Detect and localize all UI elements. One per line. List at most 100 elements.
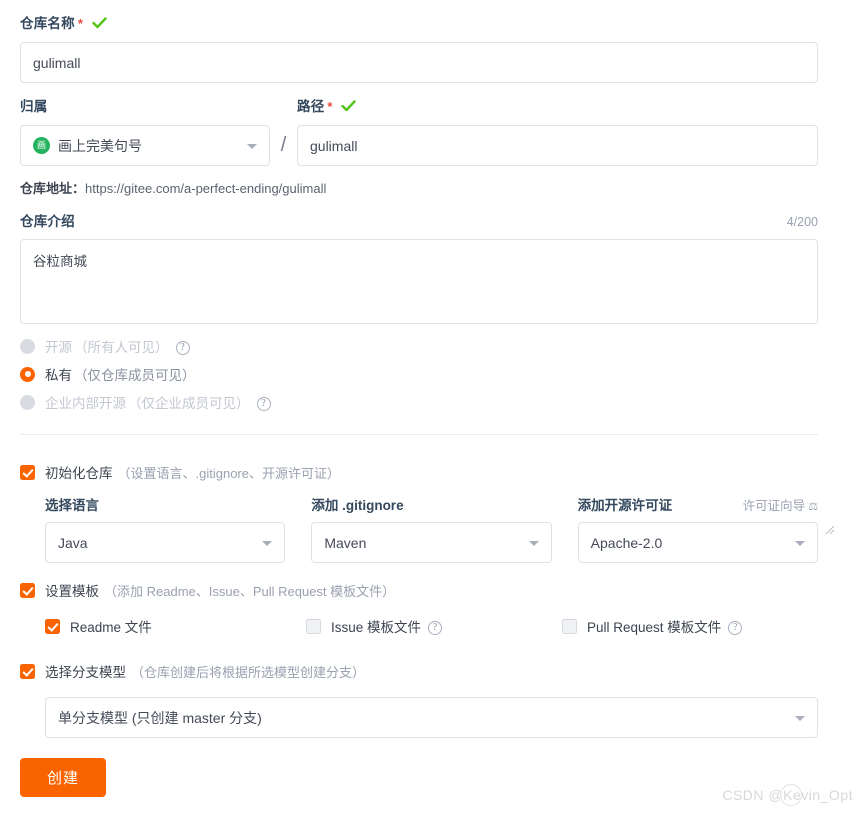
init-repository-label: 初始化仓库	[45, 466, 113, 481]
question-mark-icon[interactable]: ?	[427, 621, 442, 635]
license-wizard-link[interactable]: 许可证向导 ⚖	[743, 495, 818, 514]
language-select-value: Java	[58, 534, 88, 551]
gitignore-column-head: 添加 .gitignore	[311, 494, 551, 514]
section-divider	[20, 434, 818, 435]
init-options-columns: 选择语言 Java 添加 .gitignore Maven 添加开源许可证 许可…	[45, 494, 818, 563]
path-input[interactable]	[297, 125, 818, 166]
branch-model-select-wrap: 单分支模型 (只创建 master 分支)	[45, 697, 818, 738]
repository-name-input[interactable]	[20, 42, 818, 83]
gitignore-column: 添加 .gitignore Maven	[311, 494, 552, 563]
description-char-counter: 4/200	[786, 215, 818, 229]
create-repository-form: 仓库名称* 归属 路径* 画 画上完美句号	[0, 0, 865, 813]
language-label: 选择语言	[45, 498, 99, 513]
question-mark-icon[interactable]: ?	[175, 341, 190, 355]
repository-name-label-row: 仓库名称 *	[20, 12, 818, 33]
visibility-public-hint: （所有人可见）	[74, 340, 169, 355]
language-column-head: 选择语言	[45, 494, 285, 514]
visibility-option-public[interactable]: 开源 （所有人可见） ?	[20, 333, 271, 359]
checkbox-issue-template[interactable]	[305, 618, 321, 634]
template-option-readme[interactable]: Readme 文件	[45, 616, 306, 636]
owner-select[interactable]: 画 画上完美句号	[20, 125, 270, 166]
checkbox-init-repository[interactable]	[20, 464, 35, 480]
owner-label: 归属	[20, 99, 48, 114]
init-repository-checkbox-row[interactable]: 初始化仓库 （设置语言、.gitignore、开源许可证）	[20, 462, 340, 482]
external-link-icon: ⚖	[808, 501, 818, 513]
label-spacer	[270, 95, 297, 116]
checkbox-set-template[interactable]	[20, 582, 35, 598]
visibility-private-label: 私有	[45, 368, 72, 383]
template-checkbox-row[interactable]: 设置模板 （添加 Readme、Issue、Pull Request 模板文件）	[20, 580, 395, 600]
checkbox-pull-request-template[interactable]	[561, 618, 577, 634]
visibility-option-enterprise[interactable]: 企业内部开源 （仅企业成员可见） ?	[20, 389, 271, 415]
branch-model-select-value: 单分支模型 (只创建 master 分支)	[58, 709, 262, 726]
visibility-enterprise-text: 企业内部开源 （仅企业成员可见）	[45, 392, 250, 412]
description-header: 仓库介绍 4/200	[20, 210, 818, 230]
required-asterisk: *	[77, 16, 83, 31]
visibility-public-label: 开源	[45, 340, 72, 355]
chevron-down-icon	[794, 540, 805, 546]
license-column-head: 添加开源许可证 许可证向导 ⚖	[578, 494, 818, 514]
template-option-issue[interactable]: Issue 模板文件 ?	[305, 616, 562, 636]
radio-private[interactable]	[20, 366, 35, 382]
init-repository-hint: （设置语言、.gitignore、开源许可证）	[117, 465, 340, 481]
path-separator: /	[280, 134, 287, 156]
branch-model-select[interactable]: 单分支模型 (只创建 master 分支)	[45, 697, 818, 738]
radio-public[interactable]	[20, 338, 35, 354]
description-textarea[interactable]: 谷粒商城	[20, 239, 818, 324]
visibility-option-private[interactable]: 私有 （仅仓库成员可见）	[20, 361, 271, 387]
path-input-wrap	[297, 125, 818, 166]
repository-name-input-wrap	[20, 42, 818, 83]
question-mark-icon[interactable]: ?	[728, 621, 743, 635]
owner-path-controls: 画 画上完美句号 /	[20, 125, 818, 166]
pull-request-template-label: Pull Request 模板文件	[586, 620, 722, 635]
license-label: 添加开源许可证	[577, 498, 673, 513]
watermark: CSDN @Kevin_Opt	[722, 784, 853, 806]
template-hint: （添加 Readme、Issue、Pull Request 模板文件）	[104, 583, 396, 599]
check-icon	[341, 99, 357, 117]
owner-select-value: 画上完美句号	[58, 137, 142, 154]
repository-address-url: https://gitee.com/a-perfect-ending/gulim…	[85, 181, 327, 196]
owner-label-wrap: 归属	[20, 95, 270, 116]
template-option-pull-request[interactable]: Pull Request 模板文件 ?	[561, 616, 818, 636]
chevron-down-icon	[262, 540, 273, 546]
check-icon	[92, 16, 107, 34]
owner-path-labels: 归属 路径 *	[20, 95, 818, 116]
language-select[interactable]: Java	[45, 522, 286, 563]
branch-model-label: 选择分支模型	[45, 665, 126, 680]
owner-path-group: 归属 路径 * 画 画上完美句号 /	[20, 95, 818, 166]
checkbox-readme-file[interactable]	[45, 618, 60, 634]
owner-select-wrap: 画 画上完美句号	[20, 125, 270, 166]
resize-handle-icon[interactable]	[823, 523, 835, 535]
readme-file-label: Readme 文件	[70, 620, 152, 635]
create-button[interactable]: 创建	[20, 758, 106, 797]
license-select-value: Apache-2.0	[590, 534, 663, 551]
chevron-down-icon	[795, 715, 805, 721]
visibility-private-text: 私有 （仅仓库成员可见）	[45, 364, 196, 384]
template-label: 设置模板	[45, 584, 99, 599]
description-group: 仓库介绍 4/200 谷粒商城	[20, 210, 835, 535]
radio-enterprise[interactable]	[20, 394, 35, 410]
repository-address: 仓库地址：https://gitee.com/a-perfect-ending/…	[20, 178, 326, 197]
visibility-enterprise-label: 企业内部开源	[45, 396, 126, 411]
repository-name-group: 仓库名称 *	[20, 12, 818, 83]
avatar: 画	[33, 137, 50, 154]
branch-model-checkbox-row[interactable]: 选择分支模型 （仓库创建后将根据所选模型创建分支）	[20, 661, 365, 681]
license-select[interactable]: Apache-2.0	[577, 522, 818, 563]
license-wizard-text: 许可证向导	[742, 499, 806, 513]
repository-name-label: 仓库名称	[20, 16, 75, 31]
language-column: 选择语言 Java	[45, 494, 286, 563]
question-mark-icon[interactable]: ?	[256, 397, 271, 411]
chevron-down-icon	[247, 143, 257, 149]
license-column: 添加开源许可证 许可证向导 ⚖ Apache-2.0	[577, 494, 818, 563]
visibility-radio-group: 开源 （所有人可见） ? 私有 （仅仓库成员可见） 企业内部开源 （仅企业成员可见） …	[20, 333, 271, 417]
visibility-public-text: 开源 （所有人可见）	[45, 336, 169, 356]
template-options-row: Readme 文件 Issue 模板文件 ? Pull Request 模板文件…	[45, 616, 818, 636]
visibility-enterprise-hint: （仅企业成员可见）	[128, 396, 250, 411]
gitignore-label: 添加 .gitignore	[311, 498, 404, 513]
path-label-wrap: 路径 *	[297, 95, 357, 117]
issue-template-label: Issue 模板文件	[330, 620, 421, 635]
checkbox-branch-model[interactable]	[20, 663, 35, 679]
visibility-private-hint: （仅仓库成员可见）	[74, 368, 196, 383]
gitignore-select[interactable]: Maven	[311, 522, 552, 563]
repository-address-label: 仓库地址：	[20, 181, 86, 196]
